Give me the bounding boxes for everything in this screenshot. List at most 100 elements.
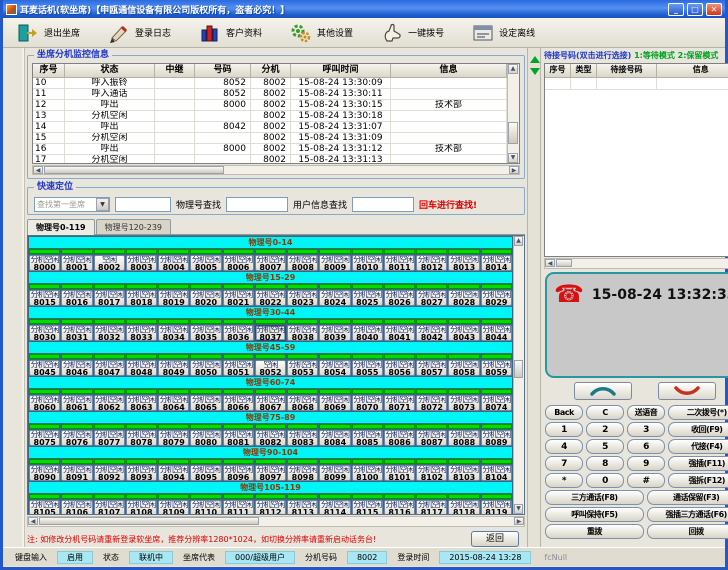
function-key[interactable]: 强拆(F12) <box>668 473 728 488</box>
extension-button[interactable]: 分机空闲8013 <box>448 255 479 271</box>
extension-button[interactable]: 分机空闲8113 <box>287 500 318 515</box>
extension-button[interactable]: 分机空闲8101 <box>384 465 415 481</box>
extension-button[interactable]: 分机空闲8070 <box>352 395 383 411</box>
hangup-button[interactable] <box>658 382 716 400</box>
key-C[interactable]: C <box>586 405 624 420</box>
extension-button[interactable]: 分机空闲8087 <box>416 430 447 446</box>
grid-hscrollbar[interactable]: ◀ ▶ <box>27 516 525 527</box>
other-settings-button[interactable]: 其他设置 <box>286 20 357 46</box>
extension-button[interactable]: 分机空闲8111 <box>223 500 254 515</box>
scroll-thumb[interactable] <box>556 259 572 267</box>
extension-button[interactable]: 分机空闲8080 <box>190 430 221 446</box>
scroll-up-icon[interactable]: ▲ <box>508 64 518 74</box>
extension-button[interactable]: 分机空闲8115 <box>352 500 383 515</box>
scroll-right-icon[interactable]: ▶ <box>514 517 524 525</box>
extension-button[interactable]: 分机空闲8081 <box>223 430 254 446</box>
extension-button[interactable]: 分机空闲8057 <box>416 360 447 376</box>
extension-button[interactable]: 分机空闲8060 <box>29 395 60 411</box>
extension-button[interactable]: 分机空闲8066 <box>223 395 254 411</box>
extension-button[interactable]: 分机空闲8018 <box>126 290 157 306</box>
extension-button[interactable]: 分机空闲8093 <box>126 465 157 481</box>
grid-vscrollbar[interactable]: ▲ ▼ <box>513 236 524 514</box>
extension-button[interactable]: 分机空闲8102 <box>416 465 447 481</box>
extension-button[interactable]: 分机空闲8055 <box>352 360 383 376</box>
function-key[interactable]: 代接(F4) <box>668 439 728 454</box>
extension-button[interactable]: 分机空闲8008 <box>287 255 318 271</box>
extension-button[interactable]: 分机空闲8043 <box>448 325 479 341</box>
minimize-button[interactable]: _ <box>668 3 684 16</box>
extension-button[interactable]: 分机空闲8095 <box>190 465 221 481</box>
tab-physical-0-119[interactable]: 物理号0-119 <box>27 219 95 235</box>
extension-button[interactable]: 分机空闲8017 <box>94 290 125 306</box>
extension-button[interactable]: 分机空闲8094 <box>158 465 189 481</box>
extension-button[interactable]: 分机空闲8075 <box>29 430 60 446</box>
extension-button[interactable]: 分机空闲8040 <box>352 325 383 341</box>
extension-button[interactable]: 分机空闲8024 <box>319 290 350 306</box>
extension-button[interactable]: 分机空闲8089 <box>481 430 512 446</box>
extension-button[interactable]: 分机空闲8023 <box>287 290 318 306</box>
scroll-left-icon[interactable]: ◀ <box>545 259 555 267</box>
extension-button[interactable]: 分机空闲8112 <box>255 500 286 515</box>
key-9[interactable]: 9 <box>627 456 665 471</box>
quick-locate-input[interactable] <box>115 197 171 212</box>
table-row[interactable]: 11呼入通话8052800215-08-24 13:30:11 <box>33 89 507 100</box>
extension-button[interactable]: 分机空闲8036 <box>223 325 254 341</box>
scroll-left-icon[interactable]: ◀ <box>28 517 38 525</box>
extension-button[interactable]: 分机空闲8065 <box>190 395 221 411</box>
extension-button[interactable]: 分机空闲8068 <box>287 395 318 411</box>
arrow-up-icon[interactable] <box>530 56 540 63</box>
extension-button[interactable]: 分机空闲8006 <box>223 255 254 271</box>
extension-button[interactable]: 分机空闲8029 <box>481 290 512 306</box>
chevron-down-icon[interactable]: ▼ <box>96 198 109 211</box>
extension-button[interactable]: 分机空闲8082 <box>255 430 286 446</box>
extension-button[interactable]: 分机空闲8019 <box>158 290 189 306</box>
extension-button[interactable]: 分机空闲8012 <box>416 255 447 271</box>
login-log-button[interactable]: 登录日志 <box>104 20 175 46</box>
extension-button[interactable]: 分机空闲8004 <box>158 255 189 271</box>
table-row[interactable]: 14呼出8042800215-08-24 13:31:07 <box>33 122 507 133</box>
extension-button[interactable]: 分机空闲8067 <box>255 395 286 411</box>
panel-splitter[interactable] <box>527 48 541 547</box>
key-Back[interactable]: Back <box>545 405 583 420</box>
extension-button[interactable]: 分机空闲8047 <box>94 360 125 376</box>
extension-button[interactable]: 分机空闲8117 <box>416 500 447 515</box>
monitor-hscrollbar[interactable]: ◀ ▶ <box>32 165 520 175</box>
table-row[interactable]: 12呼出8000800215-08-24 13:30:15技术部 <box>33 100 507 111</box>
extension-button[interactable]: 分机空闲8030 <box>29 325 60 341</box>
answer-button[interactable] <box>574 382 632 400</box>
key-#[interactable]: # <box>627 473 665 488</box>
extension-button[interactable]: 分机空闲8105 <box>29 500 60 515</box>
extension-button[interactable]: 分机空闲8026 <box>384 290 415 306</box>
extension-button[interactable]: 空闲8052 <box>255 360 286 376</box>
extension-button[interactable]: 分机空闲8097 <box>255 465 286 481</box>
one-key-dial-button[interactable]: 一键拨号 <box>377 20 448 46</box>
extension-button[interactable]: 分机空闲8031 <box>61 325 92 341</box>
extension-button[interactable]: 分机空闲8062 <box>94 395 125 411</box>
extension-button[interactable]: 分机空闲8010 <box>352 255 383 271</box>
function-key[interactable]: 回拨 <box>647 524 728 539</box>
extension-button[interactable]: 分机空闲8005 <box>190 255 221 271</box>
extension-button[interactable]: 分机空闲8038 <box>287 325 318 341</box>
extension-button[interactable]: 分机空闲8033 <box>126 325 157 341</box>
extension-button[interactable]: 分机空闲8009 <box>319 255 350 271</box>
key-2[interactable]: 2 <box>586 422 624 437</box>
extension-button[interactable]: 分机空闲8077 <box>94 430 125 446</box>
extension-button[interactable]: 空闲8002 <box>94 255 125 271</box>
extension-button[interactable]: 分机空闲8119 <box>481 500 512 515</box>
scroll-left-icon[interactable]: ◀ <box>33 166 43 174</box>
maximize-button[interactable]: □ <box>687 3 703 16</box>
extension-button[interactable]: 分机空闲8092 <box>94 465 125 481</box>
extension-button[interactable]: 分机空闲8021 <box>223 290 254 306</box>
physical-search-input[interactable] <box>226 197 288 212</box>
extension-button[interactable]: 分机空闲8100 <box>352 465 383 481</box>
extension-button[interactable]: 分机空闲8044 <box>481 325 512 341</box>
extension-button[interactable]: 分机空闲8076 <box>61 430 92 446</box>
extension-button[interactable]: 分机空闲8053 <box>287 360 318 376</box>
key-1[interactable]: 1 <box>545 422 583 437</box>
function-key[interactable]: 通话保留(F3) <box>647 490 728 505</box>
extension-button[interactable]: 分机空闲8061 <box>61 395 92 411</box>
extension-button[interactable]: 分机空闲8090 <box>29 465 60 481</box>
scroll-down-icon[interactable]: ▼ <box>508 153 518 163</box>
extension-button[interactable]: 分机空闲8109 <box>158 500 189 515</box>
extension-button[interactable]: 分机空闲8096 <box>223 465 254 481</box>
